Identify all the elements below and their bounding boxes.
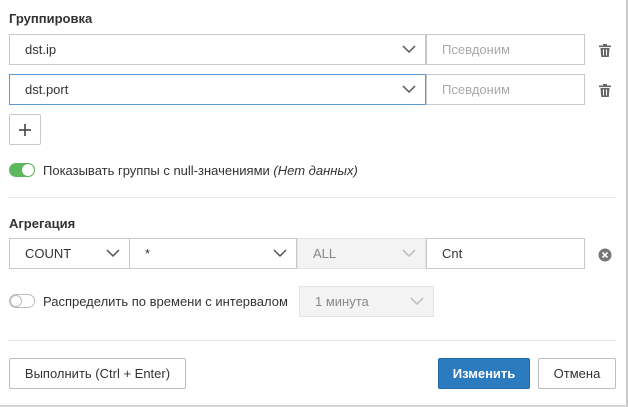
aggregation-alias-value: Cnt: [442, 246, 463, 261]
grouping-title: Группировка: [9, 11, 93, 26]
aggregation-mode-select[interactable]: ALL: [297, 238, 426, 269]
cancel-button[interactable]: Отмена: [538, 358, 616, 389]
time-distribution-toggle[interactable]: [9, 294, 35, 308]
group-alias-input-2[interactable]: Псевдоним: [426, 74, 585, 105]
trash-icon[interactable]: [597, 42, 613, 58]
apply-button[interactable]: Изменить: [438, 358, 530, 389]
time-interval-value: 1 минута: [315, 294, 369, 309]
aggregation-field-select[interactable]: *: [129, 238, 297, 269]
time-distribution-label: Распределить по времени с интервалом: [43, 294, 288, 309]
alias-placeholder: Псевдоним: [442, 42, 511, 57]
time-interval-select[interactable]: 1 минута: [299, 286, 434, 317]
chevron-down-icon: [402, 85, 416, 94]
add-group-button[interactable]: [9, 114, 41, 145]
chevron-down-icon: [402, 45, 416, 54]
remove-aggregation-icon[interactable]: [597, 247, 613, 263]
trash-icon[interactable]: [597, 82, 613, 98]
null-values-label-text: Показывать группы с null-значениями: [43, 163, 270, 178]
plus-icon: [19, 123, 31, 136]
group-field-value: dst.ip: [25, 42, 57, 57]
aggregation-function-select[interactable]: COUNT: [9, 238, 130, 269]
chevron-down-icon: [410, 297, 424, 306]
aggregation-field-value: *: [145, 246, 151, 261]
group-field-select-1[interactable]: dst.ip: [9, 34, 426, 65]
group-field-select-2[interactable]: dst.port: [9, 74, 426, 105]
null-values-toggle[interactable]: [9, 163, 35, 177]
group-alias-input-1[interactable]: Псевдоним: [426, 34, 585, 65]
alias-placeholder: Псевдоним: [442, 82, 511, 97]
null-values-label: Показывать группы с null-значениями (Нет…: [43, 163, 358, 178]
chevron-down-icon: [106, 249, 120, 258]
null-values-note: (Нет данных): [273, 163, 358, 178]
chevron-down-icon: [402, 249, 416, 258]
aggregation-function-value: COUNT: [25, 246, 72, 261]
section-divider: [8, 197, 616, 198]
run-query-button[interactable]: Выполнить (Ctrl + Enter): [9, 358, 186, 389]
footer-divider: [8, 340, 616, 341]
aggregation-mode-value: ALL: [313, 246, 337, 261]
aggregation-title: Агрегация: [9, 216, 76, 231]
aggregation-alias-input[interactable]: Cnt: [426, 238, 585, 269]
group-field-value: dst.port: [25, 82, 69, 97]
chevron-down-icon: [273, 249, 287, 258]
